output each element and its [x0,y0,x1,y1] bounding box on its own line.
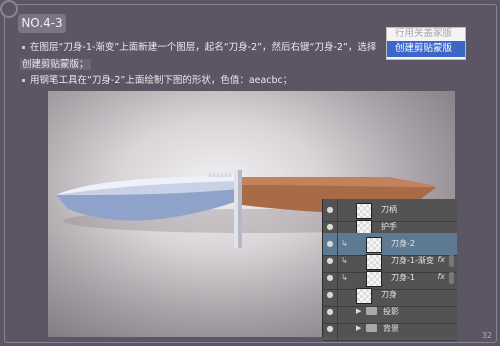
instruction-1-cont: 创建剪贴蒙版； [20,58,91,72]
eye-icon[interactable]: ● [325,205,335,215]
clipping-arrow-icon: ↳ [341,273,348,282]
fx-icon[interactable]: fx [437,272,445,281]
layer-name: 刀柄 [381,205,397,214]
layer-name: 刀身 [381,290,397,299]
layers-panel: ● 刀柄 ● 护手 ● ↳ 刀身-2 ● ↳ 刀身-1-渐变 fx ● ↳ 刀身… [322,199,457,341]
instruction-1-text-b: 创建剪贴蒙版； [20,59,91,70]
instruction-2: 用钢笔工具在“刀身-2”上面绘制下图的形状，色值：aeacbc； [22,74,292,88]
group-row[interactable]: ● ▶ 背景 [323,318,457,341]
clipping-arrow-icon: ↳ [341,256,348,265]
section-tag: NO.4-3 [18,14,66,33]
group-name: 背景 [383,324,399,333]
context-menu: 行用关盖家版 创建剪贴蒙版 [386,27,466,60]
clipping-arrow-icon: ↳ [341,239,348,248]
folder-icon [366,307,377,315]
instruction-1-text-a: 在图层“刀身-1-渐变”上面新建一个图层，起名“刀身-2”，然后右键“刀身-2”… [30,42,377,53]
scroll-arrow-icon[interactable] [449,272,454,284]
eye-icon[interactable]: ● [325,290,335,300]
menu-item-create-clipping-mask[interactable]: 创建剪贴蒙版 [387,41,465,57]
menu-item-above[interactable]: 行用关盖家版 [387,28,465,41]
eye-icon[interactable]: ● [325,222,335,232]
layer-name: 刀身-1-渐变 [391,256,434,265]
eye-icon[interactable]: ● [325,256,335,266]
expand-triangle-icon[interactable]: ▶ [356,324,361,332]
eye-icon[interactable]: ● [325,273,335,283]
eye-icon[interactable]: ● [325,239,335,249]
layer-name: 护手 [381,222,397,231]
eye-icon[interactable]: ● [325,324,335,334]
guard-shade [238,170,242,248]
instruction-1: 在图层“刀身-1-渐变”上面新建一个图层，起名“刀身-2”，然后右键“刀身-2”… [22,41,376,55]
corner-circle [0,0,18,18]
folder-icon [366,324,377,332]
instruction-2-text: 用钢笔工具在“刀身-2”上面绘制下图的形状，色值：aeacbc； [30,75,293,86]
expand-triangle-icon[interactable]: ▶ [356,307,361,315]
scroll-arrow-icon[interactable] [449,255,454,267]
layer-name: 刀身-2 [391,239,415,248]
eye-icon[interactable]: ● [325,307,335,317]
page-number: 32 [481,331,492,340]
bullet-icon [22,46,25,49]
bullet-icon [22,79,25,82]
group-name: 投影 [383,307,399,316]
layer-name: 刀身-1 [391,273,415,282]
fx-icon[interactable]: fx [437,255,445,264]
